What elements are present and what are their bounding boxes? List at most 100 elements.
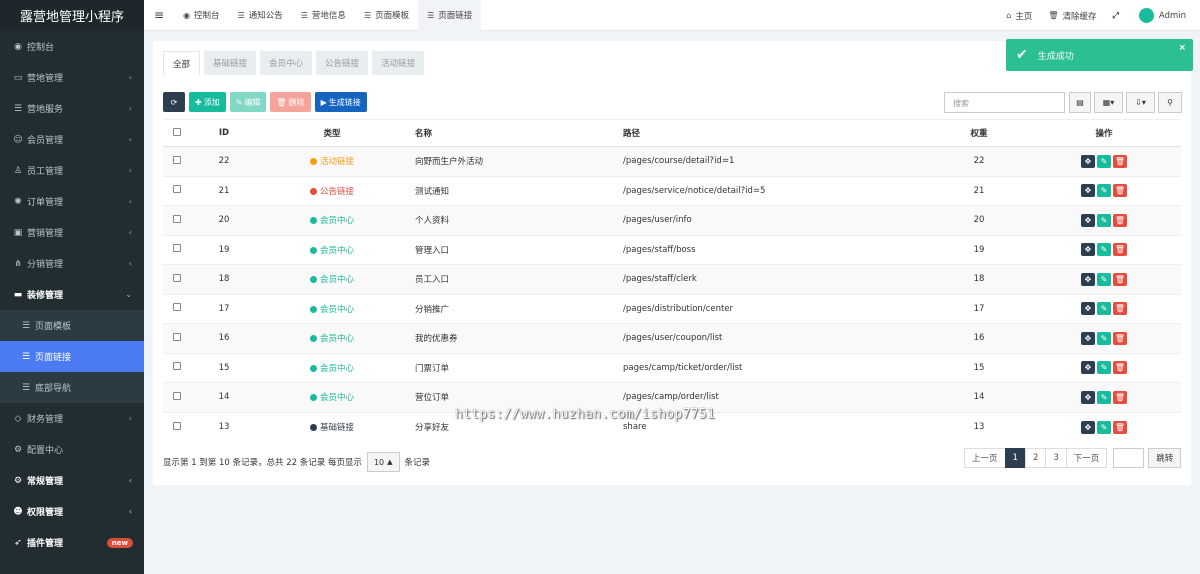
- filter-tab-4[interactable]: 活动链接: [372, 51, 425, 75]
- edit-row-icon[interactable]: ✎: [1097, 213, 1111, 227]
- drag-move-icon[interactable]: ✥: [1081, 302, 1095, 316]
- sidebar-item-4[interactable]: ♙ 员工管理 ‹: [0, 155, 144, 186]
- delete-row-icon[interactable]: 🗑: [1113, 184, 1127, 198]
- col-type[interactable]: 类型: [257, 119, 407, 147]
- row-checkbox[interactable]: [173, 391, 181, 400]
- sidebar-item-15[interactable]: ☻ 权限管理 ‹: [0, 496, 144, 527]
- table-row[interactable]: 15 会员中心 门票订单 pages/camp/ticket/order/list 15…: [163, 352, 1181, 383]
- close-icon[interactable]: ×: [1178, 43, 1186, 53]
- menu-toggle-icon[interactable]: ≡: [144, 0, 174, 31]
- edit-row-icon[interactable]: ✎: [1097, 272, 1111, 286]
- delete-row-icon[interactable]: 🗑: [1113, 390, 1127, 404]
- columns-button[interactable]: ▦▾: [1094, 92, 1123, 113]
- filter-tab-0[interactable]: 全部: [163, 51, 201, 75]
- edit-button[interactable]: ✎ 编辑: [229, 92, 267, 112]
- top-tab-1[interactable]: ☰ 通知公告: [229, 0, 292, 31]
- generate-link-button[interactable]: ▶ 生成链接: [314, 92, 367, 112]
- sidebar-item-16[interactable]: ➶ 插件管理 new: [0, 527, 144, 558]
- col-name[interactable]: 名称: [407, 119, 615, 147]
- delete-row-icon[interactable]: 🗑: [1113, 272, 1127, 286]
- sidebar-item-14[interactable]: ⚙ 常规管理 ‹: [0, 465, 144, 496]
- row-checkbox[interactable]: [173, 244, 181, 253]
- table-row[interactable]: 20 会员中心 个人资料/pages/user/info 20 ✥ ✎ 🗑: [163, 205, 1181, 235]
- clear-cache-button[interactable]: 🗑 清除缓存: [1040, 0, 1104, 31]
- next-page-button[interactable]: 下一页: [1065, 448, 1108, 468]
- delete-button[interactable]: 🗑 删除: [270, 92, 311, 112]
- table-row[interactable]: 16 会员中心 我的优惠券/pages/user/coupon/list 16 ✥ ✎ 🗑: [163, 323, 1181, 353]
- delete-row-icon[interactable]: 🗑: [1113, 154, 1127, 168]
- table-row[interactable]: 19 会员中心 管理入口/pages/staff/boss 19 ✥ ✎ 🗑: [163, 234, 1181, 265]
- edit-row-icon[interactable]: ✎: [1097, 302, 1111, 316]
- top-tab-0[interactable]: ◉ 控制台: [174, 0, 229, 31]
- edit-row-icon[interactable]: ✎: [1097, 361, 1111, 375]
- sidebar-item-5[interactable]: ✺ 订单管理 ‹: [0, 186, 144, 217]
- jump-button[interactable]: 跳转: [1148, 448, 1182, 468]
- drag-move-icon[interactable]: ✥: [1081, 154, 1095, 168]
- drag-move-icon[interactable]: ✥: [1081, 420, 1095, 434]
- fullscreen-button[interactable]: ⤢: [1105, 0, 1131, 31]
- top-tab-4[interactable]: ☰ 页面链接: [418, 0, 482, 31]
- delete-row-icon[interactable]: 🗑: [1113, 213, 1127, 227]
- delete-row-icon[interactable]: 🗑: [1113, 420, 1127, 434]
- table-row[interactable]: 21 公告链接 测试通知/pages/service/notice/detail?i…: [163, 175, 1181, 206]
- search-input[interactable]: 搜索: [944, 92, 1065, 113]
- drag-move-icon[interactable]: ✥: [1081, 331, 1095, 345]
- jump-page-input[interactable]: [1113, 448, 1145, 468]
- table-row[interactable]: 17 会员中心 分销推广/pages/distribution/center 17 ✥ ✎…: [163, 293, 1181, 324]
- drag-move-icon[interactable]: ✥: [1081, 213, 1095, 227]
- filter-tab-3[interactable]: 公告链接: [316, 51, 369, 75]
- drag-move-icon[interactable]: ✥: [1081, 361, 1095, 375]
- table-row[interactable]: 22 活动链接 向野而生户外活动/pages/course/detail?id=1 2…: [163, 146, 1181, 176]
- row-checkbox[interactable]: [173, 421, 181, 430]
- sidebar-item-10[interactable]: ☰ 页面链接: [0, 341, 144, 372]
- prev-page-button[interactable]: 上一页: [964, 448, 1006, 468]
- row-checkbox[interactable]: [173, 155, 181, 164]
- select-all-checkbox[interactable]: [173, 127, 181, 136]
- page-3-button[interactable]: 3: [1045, 448, 1067, 468]
- page-size-select[interactable]: 10 ▲: [366, 452, 400, 472]
- search-button[interactable]: ⚲: [1158, 92, 1182, 113]
- edit-row-icon[interactable]: ✎: [1097, 420, 1111, 434]
- drag-move-icon[interactable]: ✥: [1081, 184, 1095, 198]
- delete-row-icon[interactable]: 🗑: [1113, 302, 1127, 316]
- top-tab-3[interactable]: ☰ 页面模板: [355, 0, 418, 31]
- sidebar-item-3[interactable]: ☺ 会员管理 ‹: [0, 124, 144, 155]
- refresh-button[interactable]: ⟳: [163, 92, 185, 112]
- sidebar-item-12[interactable]: ◇ 财务管理 ‹: [0, 403, 144, 434]
- delete-row-icon[interactable]: 🗑: [1113, 361, 1127, 375]
- sidebar-item-0[interactable]: ◉ 控制台: [0, 31, 144, 62]
- col-weight[interactable]: 权重: [931, 119, 1027, 147]
- export-button[interactable]: ⇩▾: [1126, 92, 1155, 113]
- sidebar-item-8[interactable]: ▬ 装修管理 ⌄: [0, 279, 144, 310]
- edit-row-icon[interactable]: ✎: [1097, 390, 1111, 404]
- row-checkbox[interactable]: [173, 362, 181, 371]
- top-tab-2[interactable]: ☰ 营地信息: [292, 0, 355, 31]
- home-link[interactable]: ⌂ 主页: [998, 0, 1040, 31]
- add-button[interactable]: ✚ 添加: [189, 92, 226, 112]
- delete-row-icon[interactable]: 🗑: [1113, 331, 1127, 345]
- sidebar-item-7[interactable]: ⋔ 分销管理 ‹: [0, 248, 144, 279]
- page-1-button[interactable]: 1: [1004, 448, 1026, 468]
- drag-move-icon[interactable]: ✥: [1081, 272, 1095, 286]
- delete-row-icon[interactable]: 🗑: [1113, 243, 1127, 257]
- sidebar-item-13[interactable]: ⚙ 配置中心: [0, 434, 144, 465]
- sidebar-item-2[interactable]: ☰ 营地服务 ‹: [0, 93, 144, 124]
- drag-move-icon[interactable]: ✥: [1081, 243, 1095, 257]
- filter-tab-2[interactable]: 会员中心: [260, 51, 313, 75]
- row-checkbox[interactable]: [173, 273, 181, 282]
- edit-row-icon[interactable]: ✎: [1097, 331, 1111, 345]
- toggle-view-button[interactable]: ▤: [1069, 92, 1091, 113]
- drag-move-icon[interactable]: ✥: [1081, 390, 1095, 404]
- sidebar-item-1[interactable]: ▭ 营地管理 ‹: [0, 62, 144, 93]
- col-path[interactable]: 路径: [615, 119, 931, 147]
- table-row[interactable]: 18 会员中心 员工入口/pages/staff/clerk 18 ✥ ✎ 🗑: [163, 264, 1181, 294]
- sidebar-item-11[interactable]: ☰ 底部导航: [0, 372, 144, 403]
- edit-row-icon[interactable]: ✎: [1097, 243, 1111, 257]
- user-menu[interactable]: Admin: [1131, 0, 1200, 31]
- sidebar-item-9[interactable]: ☰ 页面模板: [0, 310, 144, 341]
- col-id[interactable]: ID: [191, 119, 257, 147]
- edit-row-icon[interactable]: ✎: [1097, 184, 1111, 198]
- row-checkbox[interactable]: [173, 332, 181, 341]
- row-checkbox[interactable]: [173, 303, 181, 312]
- filter-tab-1[interactable]: 基础链接: [204, 51, 257, 75]
